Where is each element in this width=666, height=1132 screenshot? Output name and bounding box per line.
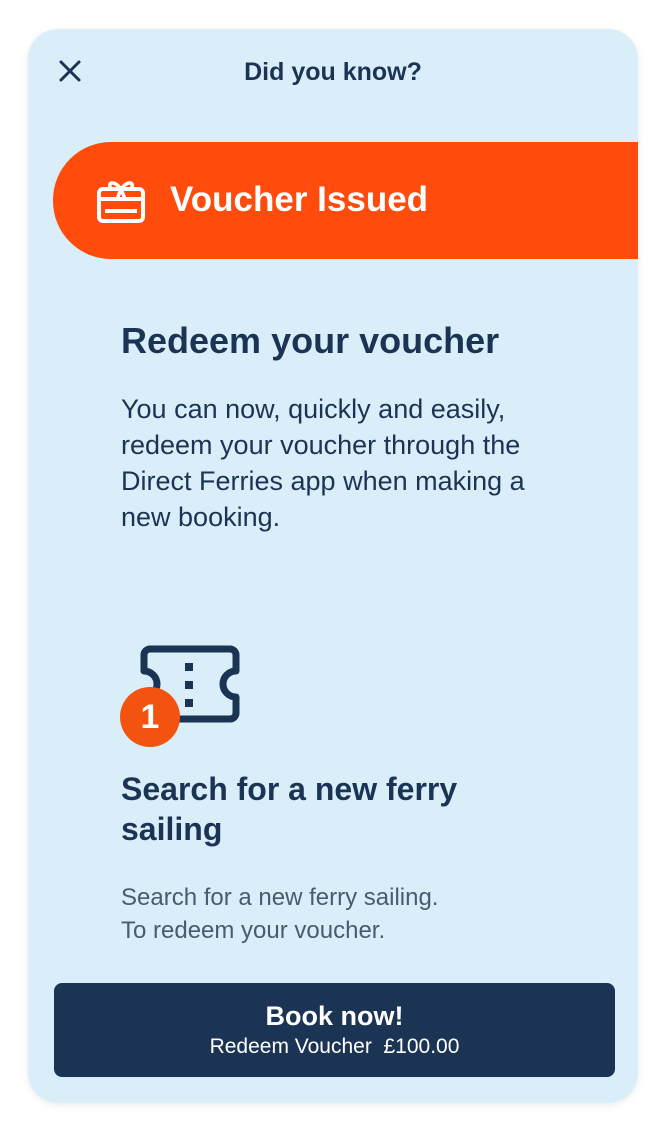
step-description-line: Search for a new ferry sailing. (121, 884, 439, 911)
step-description-line: To redeem your voucher. (121, 917, 386, 944)
step-number-badge: 1 (120, 687, 180, 747)
banner-label: Voucher Issued (170, 180, 429, 219)
book-now-label: Book now! (265, 1001, 404, 1031)
voucher-issued-banner: Voucher Issued (53, 142, 638, 259)
redeem-voucher-amount: Redeem Voucher £100.00 (209, 1035, 460, 1058)
gift-card-icon (97, 181, 145, 223)
did-you-know-modal: Did you know? Voucher Issued Redeem your… (28, 29, 638, 1103)
intro-body-text: You can now, quickly and easily, redeem … (121, 394, 525, 532)
modal-title: Did you know? (244, 58, 422, 86)
step-illustration: 1 (120, 639, 250, 749)
step-title: Search for a new ferry sailing (121, 771, 458, 847)
section-title: Redeem your voucher (121, 320, 500, 361)
step-description: Search for a new ferry sailing. To redee… (121, 881, 561, 947)
book-now-button[interactable]: Book now! Redeem Voucher £100.00 (54, 983, 615, 1077)
